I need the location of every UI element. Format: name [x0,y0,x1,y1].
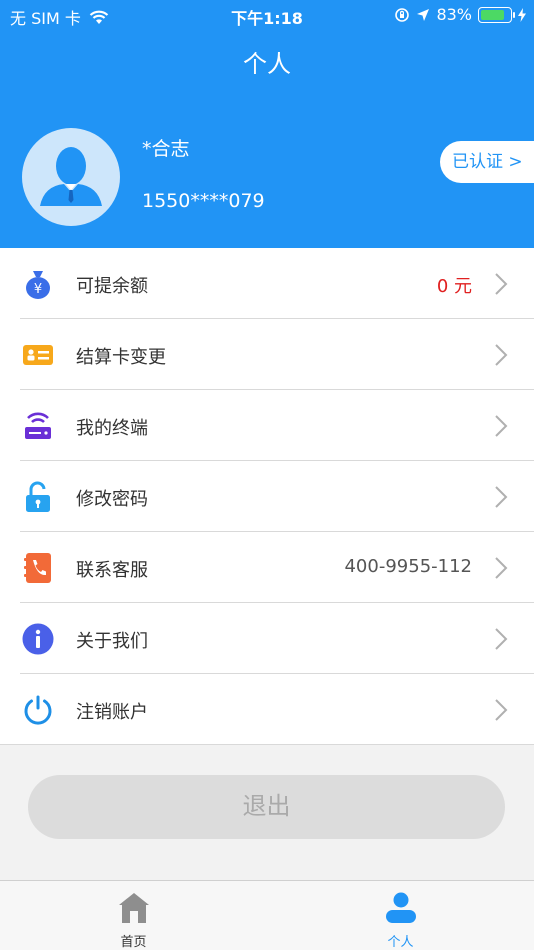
terminal-icon [25,412,51,439]
page-title: 个人 [243,50,291,78]
chevron-right-icon [495,344,508,366]
status-bar: 无 SIM 卡 下午1:18 83% [0,0,534,30]
user-avatar-icon [40,147,102,206]
user-name: *合志 [142,138,190,160]
charging-bolt-icon [518,7,526,22]
settings-menu: ¥ 可提余额 0 元 结算卡变更 我的终端 修改密码 联系客服 400-9955… [0,248,534,745]
id-card-icon [23,345,53,365]
verified-badge-button[interactable]: 已认证 > [440,141,534,183]
menu-label: 联系客服 [76,560,148,581]
menu-label: 注销账户 [76,702,148,723]
tab-bar: 首页 个人 [0,880,534,950]
rotation-lock-icon [395,7,410,22]
avatar[interactable] [22,128,120,226]
balance-value: 0 元 [436,276,472,297]
chevron-right-icon [495,415,508,437]
chevron-right-icon [495,486,508,508]
battery-level [481,9,505,20]
chevron-right-icon [495,699,508,721]
chevron-right-icon [495,273,508,295]
info-icon [22,623,54,655]
menu-label: 结算卡变更 [76,347,166,368]
menu-item-deactivate-account[interactable]: 注销账户 [0,674,534,745]
battery-icon [478,6,515,23]
tab-label: 首页 [120,935,147,950]
profile-header: 无 SIM 卡 下午1:18 83% 个人 *合志 1550****079 已认… [0,0,534,248]
user-phone: 1550****079 [142,190,265,212]
menu-label: 我的终端 [76,418,148,439]
chevron-right-icon [495,628,508,650]
menu-item-settlement-card[interactable]: 结算卡变更 [0,319,534,390]
menu-item-customer-service[interactable]: 联系客服 400-9955-112 [0,532,534,603]
tab-home[interactable]: 首页 [0,881,267,950]
money-bag-icon: ¥ [26,271,50,299]
chevron-right-icon [495,557,508,579]
phone-book-icon [24,553,51,583]
svg-text:¥: ¥ [34,282,42,297]
divider [0,744,534,745]
menu-label: 修改密码 [76,489,148,510]
logout-button[interactable]: 退出 [28,775,505,839]
power-icon [24,695,52,725]
tab-label: 个人 [387,935,414,950]
menu-item-my-terminal[interactable]: 我的终端 [0,390,534,461]
menu-label: 关于我们 [76,631,148,652]
location-arrow-icon [417,8,430,21]
service-phone-value: 400-9955-112 [344,556,472,577]
home-icon [119,893,149,923]
unlock-icon [26,481,50,512]
battery-percent: 83% [436,5,472,24]
menu-item-about-us[interactable]: 关于我们 [0,603,534,674]
menu-item-change-password[interactable]: 修改密码 [0,461,534,532]
tab-profile[interactable]: 个人 [267,881,534,950]
person-icon [386,892,416,923]
menu-item-balance[interactable]: ¥ 可提余额 0 元 [0,248,534,319]
menu-label: 可提余额 [76,276,148,297]
